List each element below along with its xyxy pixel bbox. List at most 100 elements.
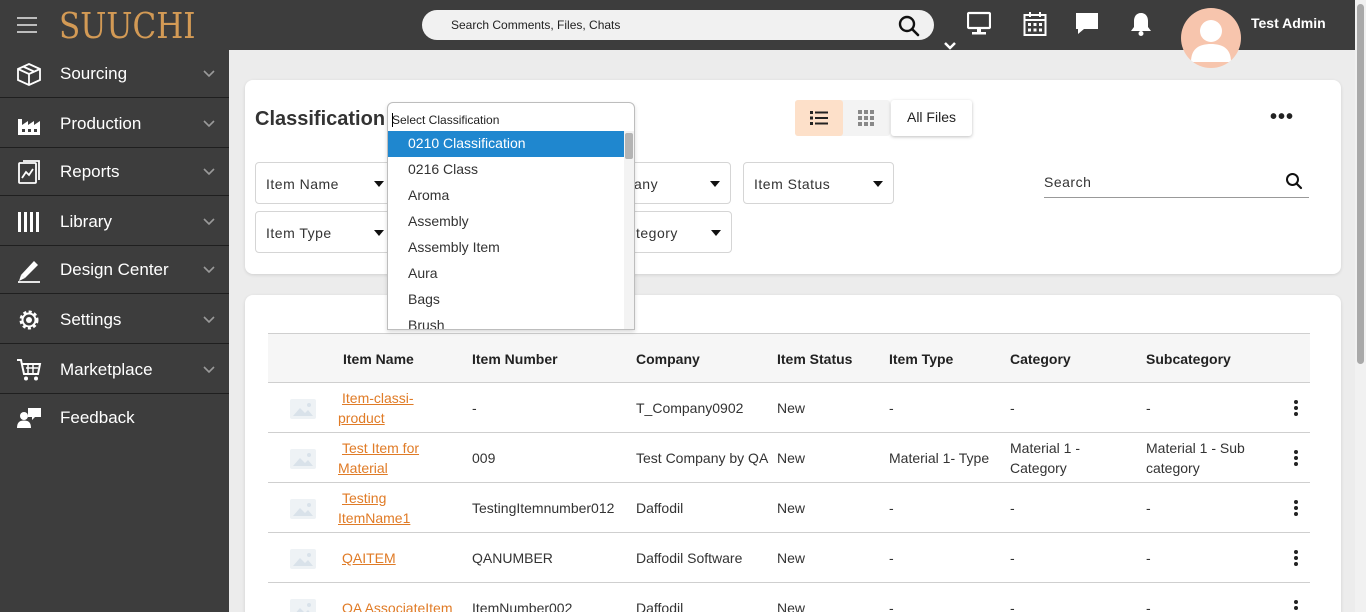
grid-view-icon (858, 110, 874, 126)
column-header-company[interactable]: Company (636, 351, 700, 367)
classification-select[interactable]: Select Classification 0210 Classificatio… (387, 102, 635, 330)
column-header-subcategory[interactable]: Subcategory (1146, 351, 1231, 367)
all-files-button[interactable]: All Files (891, 100, 972, 136)
classification-option[interactable]: 0210 Classification (388, 131, 624, 157)
row-menu-icon[interactable] (1294, 500, 1298, 518)
item-name-link[interactable]: Testing ItemName1 (338, 488, 410, 528)
feedback-user-icon (17, 408, 41, 428)
column-header-item-type[interactable]: Item Type (889, 351, 953, 367)
filter-label: Item Name (266, 176, 339, 192)
sidebar-item-settings[interactable]: Settings (0, 296, 229, 344)
subcategory: - (1146, 500, 1151, 516)
table-search-input[interactable]: Search (1044, 172, 1309, 198)
search-icon[interactable] (898, 15, 920, 37)
sidebar-item-feedback[interactable]: Feedback (0, 394, 229, 442)
sidebar-item-design-center[interactable]: Design Center (0, 246, 229, 294)
sidebar-item-label: Settings (60, 310, 122, 329)
subcategory: - (1146, 600, 1151, 612)
company: Daffodil Software (636, 550, 743, 566)
hamburger-menu-icon[interactable] (17, 17, 37, 33)
item-name-link[interactable]: QAITEM (342, 548, 396, 568)
table-row[interactable]: QA AssociateItem ItemNumber002 Daffodil … (268, 583, 1310, 612)
item-status-filter[interactable]: Item Status (743, 162, 894, 204)
calendar-icon[interactable] (1023, 11, 1047, 37)
app-logo[interactable]: SUUCHI (59, 6, 196, 47)
image-placeholder-icon (290, 449, 316, 469)
company: Daffodil (636, 600, 684, 612)
column-header-item-status[interactable]: Item Status (777, 351, 852, 367)
classification-option[interactable]: Brush (388, 313, 624, 329)
factory-icon (18, 119, 40, 135)
table-row[interactable]: Testing ItemName1 TestingItemnumber012 Da… (268, 483, 1310, 533)
sidebar-item-marketplace[interactable]: Marketplace (0, 346, 229, 394)
image-placeholder-icon (290, 399, 316, 419)
filter-label: Item Status (754, 176, 831, 192)
box-icon (17, 63, 41, 86)
library-bars-icon (18, 212, 39, 232)
search-label: Search (1044, 174, 1092, 190)
item-number: ItemNumber002 (472, 600, 573, 612)
item-name-link[interactable]: Item-classi-product (338, 388, 414, 428)
sidebar-item-production[interactable]: Production (0, 100, 229, 148)
column-header-item-name[interactable]: Item Name (343, 351, 414, 367)
classification-option[interactable]: Assembly Item (388, 235, 624, 261)
global-search-input[interactable]: Search Comments, Files, Chats (422, 10, 934, 40)
item-type-filter[interactable]: Item Type (255, 211, 395, 253)
chevron-down-icon (203, 120, 215, 128)
list-view-button[interactable] (795, 100, 843, 136)
caret-down-icon (711, 230, 721, 236)
table-row[interactable]: Item-classi-product - T_Company0902 New … (268, 383, 1310, 433)
page-scrollbar[interactable] (1355, 0, 1366, 612)
grid-view-button[interactable] (843, 100, 890, 136)
row-menu-icon[interactable] (1294, 400, 1298, 418)
bell-icon[interactable] (1129, 11, 1153, 37)
chevron-down-icon (203, 70, 215, 78)
classification-option[interactable]: Assembly (388, 209, 624, 235)
chevron-down-icon (203, 316, 215, 324)
subcategory: - (1146, 550, 1151, 566)
monitor-icon[interactable] (967, 11, 991, 37)
item-name-line: product (338, 410, 385, 426)
image-placeholder-icon (290, 549, 316, 569)
sidebar-item-sourcing[interactable]: Sourcing (0, 50, 229, 98)
avatar[interactable] (1181, 8, 1241, 68)
item-name-line: ItemName1 (338, 510, 411, 526)
item-type: - (889, 600, 894, 612)
sidebar-item-label: Reports (60, 162, 120, 181)
subcategory-line: Material 1 - Sub (1146, 440, 1245, 456)
sidebar-item-label: Marketplace (60, 360, 153, 379)
table-row[interactable]: QAITEM QANUMBER Daffodil Software New - … (268, 533, 1310, 583)
table-header: Item Name Item Number Company Item Statu… (268, 333, 1310, 383)
item-name-link[interactable]: Test Item for Material (338, 438, 419, 478)
dropdown-scrollbar[interactable] (624, 131, 634, 329)
chevron-down-icon[interactable] (943, 41, 957, 51)
sidebar-item-library[interactable]: Library (0, 198, 229, 246)
sidebar-item-label: Feedback (60, 408, 135, 427)
column-header-category[interactable]: Category (1010, 351, 1071, 367)
chevron-down-icon (203, 168, 215, 176)
category: - (1010, 600, 1015, 612)
classification-option[interactable]: Aroma (388, 183, 624, 209)
table-row[interactable]: Test Item for Material 009 Test Company b… (268, 433, 1310, 483)
classification-option[interactable]: Aura (388, 261, 624, 287)
classification-option[interactable]: Bags (388, 287, 624, 313)
item-name-link[interactable]: QA AssociateItem (342, 598, 453, 612)
column-header-item-number[interactable]: Item Number (472, 351, 558, 367)
status: New (777, 600, 806, 612)
classification-select-input[interactable]: Select Classification (388, 103, 634, 131)
chat-icon[interactable] (1074, 11, 1100, 37)
search-icon[interactable] (1285, 172, 1303, 190)
sidebar-item-reports[interactable]: Reports (0, 148, 229, 196)
row-menu-icon[interactable] (1294, 600, 1298, 612)
classification-option[interactable]: 0216 Class (388, 157, 624, 183)
item-name-filter[interactable]: Item Name (255, 162, 395, 204)
view-toggle (795, 100, 890, 136)
row-menu-icon[interactable] (1294, 550, 1298, 568)
more-options-icon[interactable]: ••• (1270, 106, 1294, 129)
user-name[interactable]: Test Admin (1251, 15, 1326, 31)
company: Test Company by QA (636, 450, 769, 466)
item-number: TestingItemnumber012 (472, 500, 615, 516)
image-placeholder-icon (290, 499, 316, 519)
subcategory-line: category (1146, 460, 1200, 476)
row-menu-icon[interactable] (1294, 450, 1298, 468)
